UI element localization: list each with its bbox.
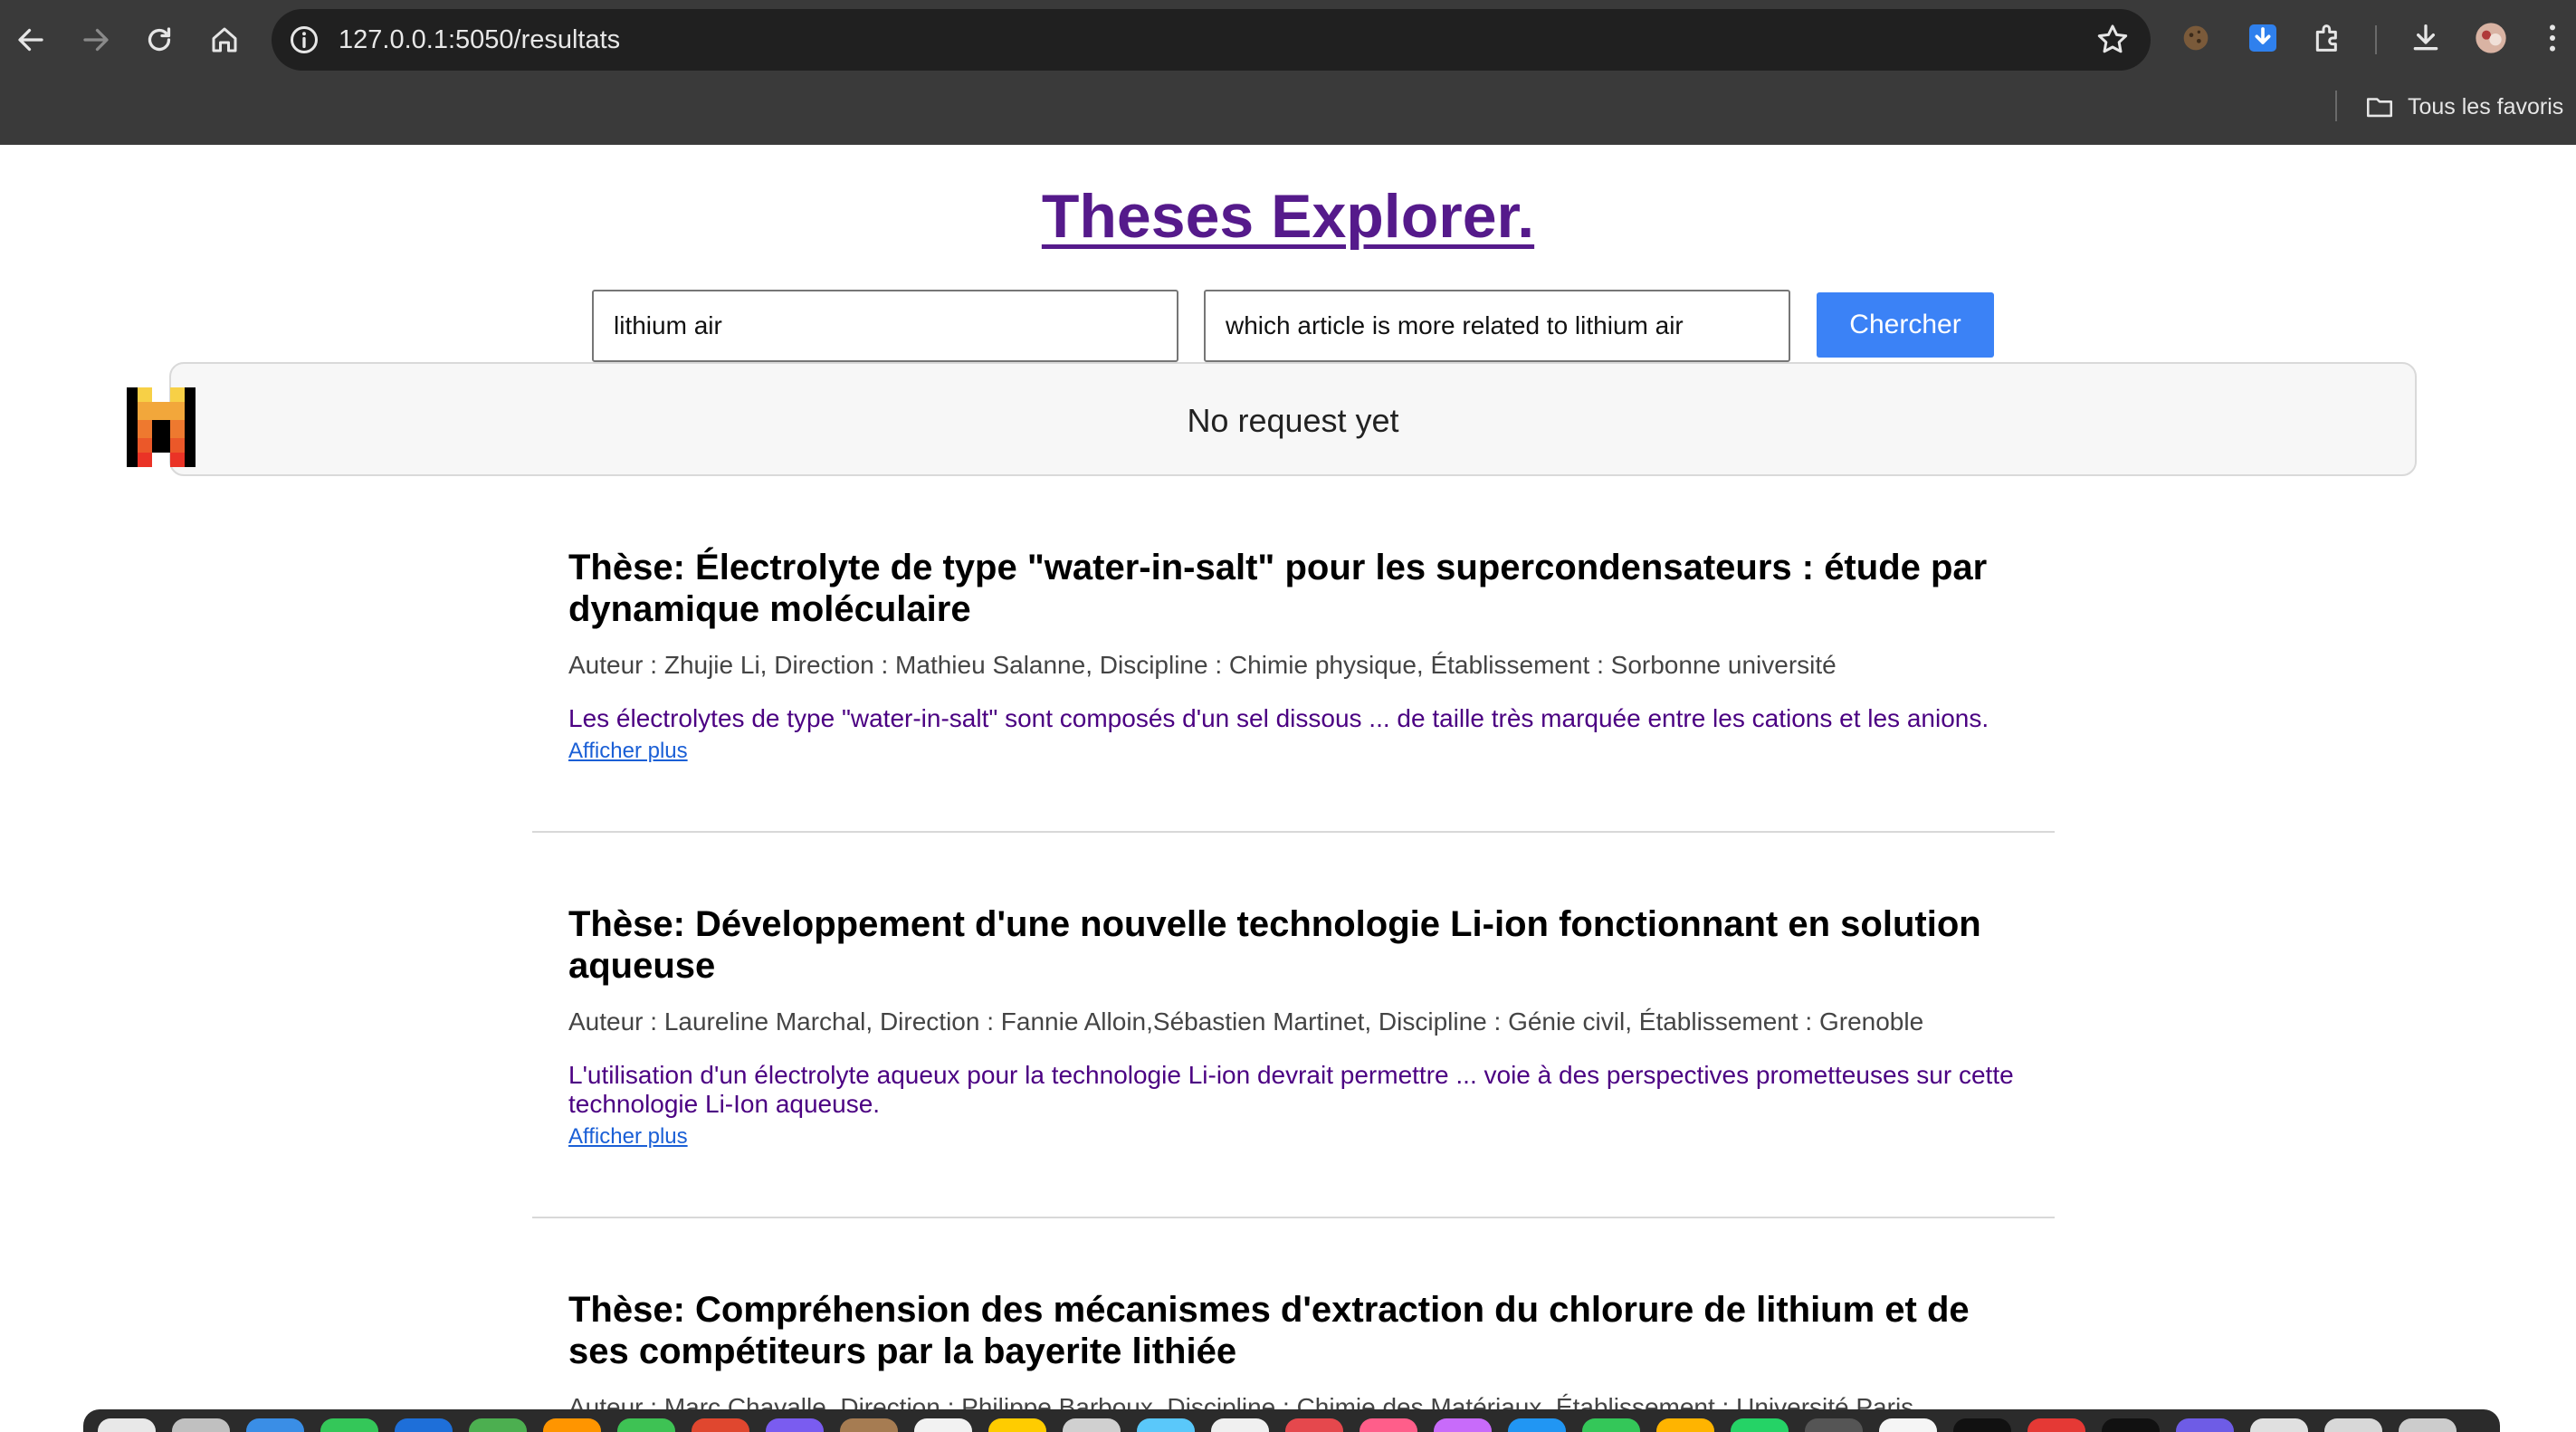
dock-app-icon[interactable] [1285,1418,1343,1432]
dock-app-icon[interactable] [2176,1418,2234,1432]
reload-button[interactable] [138,18,181,62]
dock-app-icon[interactable] [1063,1418,1121,1432]
show-more-link[interactable]: Afficher plus [568,739,688,764]
home-button[interactable] [203,18,246,62]
dock-app-icon[interactable] [98,1418,156,1432]
thesis-meta: Auteur : Zhujie Li, Direction : Mathieu … [568,651,1837,679]
search-input[interactable] [592,290,1178,362]
macos-dock [83,1409,2500,1432]
dock-app-icon[interactable] [1656,1418,1714,1432]
toolbar-separator [2375,25,2377,54]
thesis-abstract: Les électrolytes de type "water-in-salt"… [568,704,1989,732]
dock-app-icon[interactable] [1137,1418,1195,1432]
puzzle-icon[interactable] [2310,20,2346,56]
dock-app-icon[interactable] [1879,1418,1937,1432]
thesis-title[interactable]: Thèse: Compréhension des mécanismes d'ex… [568,1289,2017,1372]
dock-app-icon[interactable] [1508,1418,1566,1432]
bookmarks-separator [2335,91,2337,121]
thesis-meta: Auteur : Laureline Marchal, Direction : … [568,1007,1924,1036]
extension-cookie-icon[interactable] [2178,20,2214,56]
download-icon[interactable] [2408,20,2444,56]
dock-app-icon[interactable] [320,1418,378,1432]
thesis-meta: Auteur : Marc Chavalle, Direction : Phil… [568,1393,1914,1409]
folder-icon [2366,98,2393,118]
thesis-title[interactable]: Thèse: Électrolyte de type "water-in-sal… [568,547,2017,630]
dock-app-icon[interactable] [617,1418,675,1432]
dock-app-icon[interactable] [1805,1418,1863,1432]
address-bar[interactable]: 127.0.0.1:5050/resultats [272,9,2151,71]
arrow-right-icon [83,28,109,52]
dock-app-icon[interactable] [692,1418,749,1432]
arrow-left-icon [18,28,43,52]
reload-icon [148,27,171,52]
dock-app-icon[interactable] [1731,1418,1789,1432]
thesis-abstract: L'utilisation d'un électrolyte aqueux po… [568,1061,2014,1118]
result-divider [532,831,2055,833]
result-divider [532,1217,2055,1218]
answer-box: No request yet [169,362,2417,476]
all-bookmarks-button[interactable]: Tous les favoris [2364,89,2563,125]
dock-app-icon[interactable] [2399,1418,2457,1432]
dock-app-icon[interactable] [840,1418,898,1432]
back-button[interactable] [9,18,52,62]
kebab-menu-icon[interactable] [2534,20,2571,56]
dock-app-icon[interactable] [1211,1418,1269,1432]
site-title-link[interactable]: Theses Explorer. [1042,182,1534,251]
star-icon[interactable] [2094,22,2131,58]
dock-app-icon[interactable] [914,1418,972,1432]
dock-app-icon[interactable] [395,1418,453,1432]
show-more-link[interactable]: Afficher plus [568,1124,688,1150]
avatar[interactable] [2473,20,2509,56]
site-title: Theses Explorer. [0,181,2576,252]
dock-app-icon[interactable] [469,1418,527,1432]
mistral-logo [127,387,196,467]
forward-button[interactable] [74,18,118,62]
dock-app-icon[interactable] [172,1418,230,1432]
dock-app-icon[interactable] [543,1418,601,1432]
search-button[interactable]: Chercher [1817,292,1994,358]
info-icon[interactable] [288,24,320,56]
home-icon [212,27,237,53]
dock-app-icon[interactable] [2102,1418,2160,1432]
all-bookmarks-label: Tous les favoris [2408,93,2564,119]
thesis-result-2: Thèse: Développement d'une nouvelle tech… [568,903,2017,1150]
dock-app-icon[interactable] [2027,1418,2085,1432]
thesis-title[interactable]: Thèse: Développement d'une nouvelle tech… [568,903,2017,987]
extension-download-icon[interactable] [2245,20,2281,56]
thesis-result-3: Thèse: Compréhension des mécanismes d'ex… [568,1289,2017,1409]
dock-app-icon[interactable] [1434,1418,1492,1432]
dock-app-icon[interactable] [1582,1418,1640,1432]
thesis-result-1: Thèse: Électrolyte de type "water-in-sal… [568,547,2017,764]
answer-text: No request yet [1187,402,1399,439]
dock-app-icon[interactable] [1953,1418,2011,1432]
dock-app-icon[interactable] [1360,1418,1417,1432]
browser-chrome: 127.0.0.1:5050/resultats Tous les favori… [0,0,2576,145]
dock-app-icon[interactable] [246,1418,304,1432]
dock-app-icon[interactable] [2250,1418,2308,1432]
dock-app-icon[interactable] [988,1418,1046,1432]
page-content: Theses Explorer. Chercher No request yet… [0,145,2576,1409]
dock-app-icon[interactable] [2324,1418,2382,1432]
dock-app-icon[interactable] [766,1418,824,1432]
address-url[interactable]: 127.0.0.1:5050/resultats [339,9,620,71]
question-input[interactable] [1204,290,1790,362]
